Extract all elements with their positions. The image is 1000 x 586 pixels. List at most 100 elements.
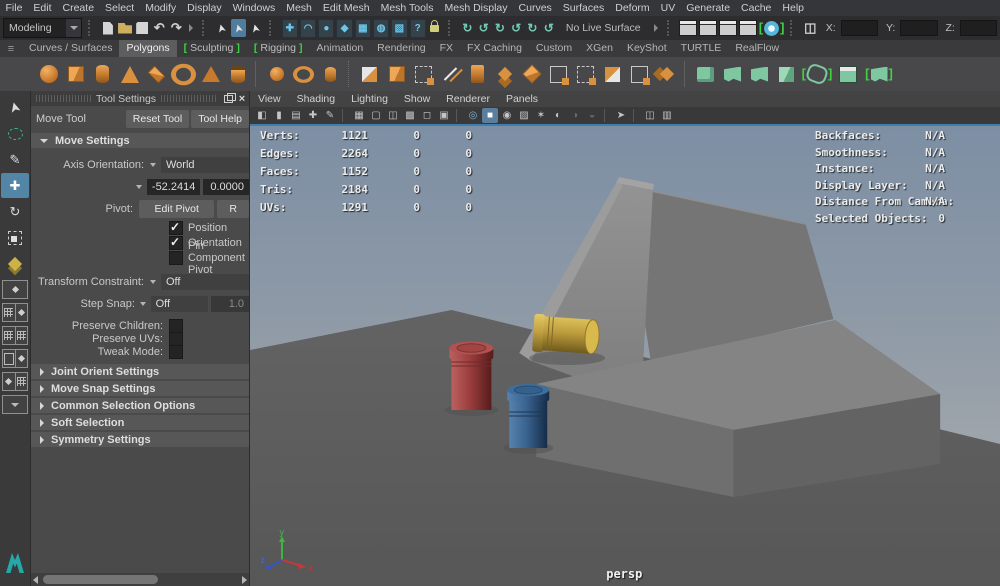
shelf-tab-custom[interactable]: Custom	[529, 40, 579, 57]
transform-constraint-value[interactable]: Off	[161, 274, 249, 290]
shelf-menu-icon[interactable]: ≡	[0, 43, 22, 55]
cut-uv-icon[interactable]	[747, 62, 772, 87]
viewport-menu-show[interactable]: Show	[396, 93, 438, 105]
axis-orientation-value[interactable]: World	[161, 157, 249, 173]
preserve-uvs-checkbox[interactable]	[169, 331, 183, 346]
screen-ao-icon[interactable]: ◑	[567, 108, 583, 123]
camera-icon[interactable]: ◧	[254, 108, 270, 123]
isolate-select-icon[interactable]: ➤	[613, 108, 629, 123]
letterbox-icon[interactable]: ▣	[436, 108, 452, 123]
planar-projection-icon[interactable]	[693, 62, 718, 87]
grease-pencil-icon[interactable]: ✎	[322, 108, 338, 123]
wireframe-on-shaded-icon[interactable]: ◉	[499, 108, 515, 123]
menu-file[interactable]: File	[0, 0, 28, 16]
ipr-render-icon[interactable]	[718, 19, 737, 37]
connect-components-icon[interactable]	[654, 62, 679, 87]
orientation-checkbox[interactable]	[169, 235, 183, 250]
shelf-tab-realflow[interactable]: RealFlow	[728, 40, 786, 57]
smooth-icon[interactable]	[411, 62, 436, 87]
shelf-tab-xgen[interactable]: XGen	[579, 40, 620, 57]
coord-x-input[interactable]	[840, 20, 878, 36]
xray-icon[interactable]: ▥	[659, 108, 675, 123]
position-checkbox[interactable]	[169, 220, 183, 235]
textured-icon[interactable]: ▨	[516, 108, 532, 123]
viewport-3d-canvas[interactable]: Verts: 1121 0 0 Edges: 2264 0 0 Faces: 1152 0 0 T…	[250, 126, 1000, 586]
extrude-icon[interactable]	[465, 62, 490, 87]
live-surface-status[interactable]: No Live Surface	[558, 22, 649, 34]
shelf-tab-keyshot[interactable]: KeyShot	[620, 40, 674, 57]
construction-history-off-icon[interactable]: ↺	[509, 20, 523, 37]
resolution-gate-icon[interactable]: ◫	[385, 108, 401, 123]
insert-edge-loop-icon[interactable]	[573, 62, 598, 87]
menu-uv[interactable]: UV	[655, 0, 681, 16]
scroll-right-icon[interactable]	[242, 575, 247, 584]
reset-tool-button[interactable]: Reset Tool	[125, 109, 190, 128]
menu-mesh-tools[interactable]: Mesh Tools	[375, 0, 439, 16]
axis-y-input[interactable]: 0.0000	[203, 179, 249, 195]
joint-orient-settings-header[interactable]: Joint Orient Settings	[31, 364, 249, 379]
auto-projection-icon[interactable]	[720, 62, 745, 87]
snap-projected-center-icon[interactable]: ◆	[336, 18, 353, 38]
snap-point-icon[interactable]: ●	[318, 18, 335, 38]
shelf-tab-fx-caching[interactable]: FX Caching	[460, 40, 529, 57]
shelf-tab-polygons[interactable]: Polygons	[119, 40, 177, 57]
poly-cube-icon[interactable]	[63, 62, 88, 87]
layout-four-view-button[interactable]	[2, 303, 28, 322]
tool-settings-titlebar[interactable]: Tool Settings ×	[31, 91, 249, 106]
wireframe-icon[interactable]: ◎	[465, 108, 481, 123]
make-live-icon[interactable]: ▦	[354, 18, 371, 38]
axis-x-input[interactable]: -52.2414	[146, 179, 201, 195]
poly-pyramid-icon[interactable]	[198, 62, 223, 87]
step-snap-value[interactable]: Off	[150, 296, 209, 312]
boolean-union-icon[interactable]	[357, 62, 382, 87]
select-component-mode-icon[interactable]: ➤	[248, 19, 263, 37]
bevel-icon[interactable]	[519, 62, 544, 87]
edge-flow-icon[interactable]	[546, 62, 571, 87]
menu-windows[interactable]: Windows	[227, 0, 281, 16]
poly-plane-icon[interactable]	[144, 62, 169, 87]
symmetry-settings-header[interactable]: Symmetry Settings	[31, 432, 249, 447]
reset-pivot-button[interactable]: R	[217, 200, 249, 218]
shelf-tab-turtle[interactable]: TURTLE	[674, 40, 729, 57]
motion-blur-icon[interactable]: ◒	[584, 108, 600, 123]
axis-vector-dropdown-icon[interactable]	[132, 185, 147, 189]
shelf-tab-sculpting[interactable]: Sculpting	[177, 40, 247, 57]
extract-icon[interactable]	[318, 62, 343, 87]
shaded-icon[interactable]: ■	[482, 108, 498, 123]
viewport-menu-renderer[interactable]: Renderer	[438, 93, 498, 105]
render-current-frame-icon[interactable]	[698, 19, 717, 37]
bookmark-icon[interactable]: ▮	[271, 108, 287, 123]
poly-torus-icon[interactable]	[171, 62, 196, 87]
step-snap-dropdown-icon[interactable]	[135, 302, 151, 306]
menu-edit-mesh[interactable]: Edit Mesh	[317, 0, 375, 16]
pin-component-pivot-checkbox[interactable]	[169, 250, 183, 265]
snap-curve-icon[interactable]: ◠	[299, 18, 317, 38]
menu-mesh-display[interactable]: Mesh Display	[439, 0, 513, 16]
move-snap-settings-header[interactable]: Move Snap Settings	[31, 381, 249, 396]
input-connections-icon[interactable]: ↻	[460, 20, 474, 37]
coord-y-input[interactable]	[900, 20, 938, 36]
output-connections-icon[interactable]: ↺	[477, 20, 491, 37]
soft-selection-header[interactable]: Soft Selection	[31, 415, 249, 430]
lock-selection-icon[interactable]	[428, 19, 442, 37]
step-snap-size-input[interactable]: 1.0	[211, 296, 249, 312]
display-region-icon[interactable]: ◻	[419, 108, 435, 123]
menuset-selector[interactable]: Modeling	[3, 18, 83, 38]
fill-hole-icon[interactable]	[384, 62, 409, 87]
shadows-icon[interactable]: ◐	[550, 108, 566, 123]
layout-custom-button[interactable]	[2, 395, 28, 414]
rotate-tool[interactable]: ↻	[1, 199, 29, 224]
lasso-select-tool[interactable]	[1, 121, 29, 146]
grid-icon[interactable]: ▦	[351, 108, 367, 123]
coord-z-input[interactable]	[959, 20, 998, 36]
scroll-left-icon[interactable]	[33, 575, 38, 584]
panel-grip[interactable]	[161, 95, 216, 102]
merge-vertices-icon[interactable]	[600, 62, 625, 87]
combine-icon[interactable]	[264, 62, 289, 87]
common-selection-options-header[interactable]: Common Selection Options	[31, 398, 249, 413]
menu-generate[interactable]: Generate	[681, 0, 736, 16]
collapse-arrow-icon[interactable]	[653, 24, 658, 32]
save-scene-icon[interactable]	[135, 19, 150, 37]
menu-edit[interactable]: Edit	[28, 0, 57, 16]
move-settings-header[interactable]: Move Settings	[31, 133, 249, 148]
